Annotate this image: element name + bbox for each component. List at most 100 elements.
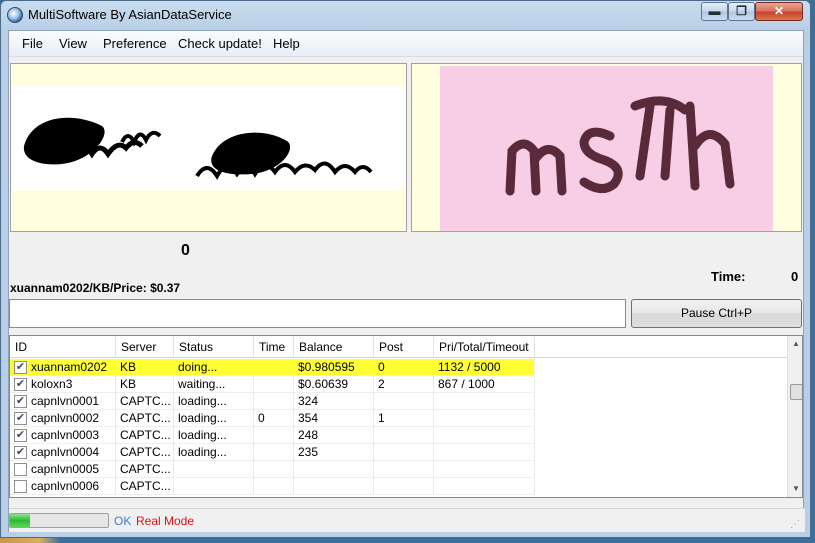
column-header-time[interactable]: Time [254,336,294,358]
time-label: Time: [711,269,746,284]
cell-server: CAPTC... [116,410,174,427]
row-checkbox[interactable]: ✔ [14,378,27,391]
row-id-text: capnlvn0003 [31,428,100,442]
cell-id: ✔ capnlvn0002 [10,410,116,427]
cell-id: ✔ xuannam0202 [10,359,116,376]
column-header-id[interactable]: ID [10,336,116,358]
time-value: 0 [791,269,799,284]
cell-status [174,461,254,478]
menu-preference[interactable]: Preference [103,36,167,51]
table-row[interactable]: ✔ capnlvn0001 CAPTC... loading... 324 [10,393,787,410]
close-button[interactable]: ✕ [755,2,803,21]
table-row[interactable]: ✔ capnlvn0003 CAPTC... loading... 248 [10,427,787,444]
cell-post [374,427,434,444]
menu-bar: File View Preference Check update! Help [9,31,803,57]
captcha-answer-input[interactable] [9,299,626,328]
cell-balance: 248 [294,427,374,444]
row-id-text: capnlvn0006 [31,479,100,493]
cell-id: capnlvn0006 [10,478,116,495]
menu-help[interactable]: Help [273,36,300,51]
title-bar[interactable]: MultiSoftware By AsianDataService ▬ ❐ ✕ [1,1,810,29]
row-id-text: capnlvn0004 [31,445,100,459]
cell-id: ✔ capnlvn0003 [10,427,116,444]
pause-button[interactable]: Pause Ctrl+P [631,299,802,328]
cell-balance [294,478,374,495]
cell-server: KB [116,376,174,393]
row-id-text: koloxn3 [31,377,73,391]
column-header-balance[interactable]: Balance [294,336,374,358]
table-row[interactable]: ✔ capnlvn0002 CAPTC... loading... 0 354 1 [10,410,787,427]
cell-server: KB [116,359,174,376]
row-checkbox[interactable]: ✔ [14,395,27,408]
row-checkbox[interactable]: ✔ [14,412,27,425]
cell-pri-total-timeout: 1132 / 5000 [434,359,535,376]
menu-check-update[interactable]: Check update! [178,36,262,51]
column-header-status[interactable]: Status [174,336,254,358]
cell-status: loading... [174,410,254,427]
cell-post: 2 [374,376,434,393]
grid-vertical-scrollbar[interactable]: ▲ ▼ [787,336,802,497]
table-row[interactable]: ✔ capnlvn0004 CAPTC... loading... 235 [10,444,787,461]
cell-id: ✔ koloxn3 [10,376,116,393]
app-globe-icon[interactable] [7,7,23,23]
scroll-down-arrow-icon[interactable]: ▼ [788,481,802,497]
scrollbar-thumb[interactable] [790,384,802,400]
cell-post: 0 [374,359,434,376]
row-id-text: xuannam0202 [31,360,108,374]
captcha-panel-right [411,63,802,232]
scroll-up-arrow-icon[interactable]: ▲ [788,336,802,352]
resize-grip-icon[interactable]: ⋰ [790,519,802,531]
cell-post [374,478,434,495]
cell-status: loading... [174,444,254,461]
table-row[interactable]: ✔ xuannam0202 KB doing... $0.980595 0 1132 / 5… [10,359,787,376]
cell-time [254,478,294,495]
cell-balance: $0.980595 [294,359,374,376]
cell-server: CAPTC... [116,444,174,461]
cell-server: CAPTC... [116,478,174,495]
column-header-server[interactable]: Server [116,336,174,358]
status-ok-text: OK [114,514,132,528]
cell-time [254,393,294,410]
column-header-post[interactable]: Post [374,336,434,358]
menu-view[interactable]: View [59,36,87,51]
cell-id: ✔ capnlvn0001 [10,393,116,410]
cell-time [254,376,294,393]
cell-post: 1 [374,410,434,427]
cell-pri-total-timeout [434,478,535,495]
table-row[interactable]: capnlvn0005 CAPTC... [10,461,787,478]
row-checkbox[interactable]: ✔ [14,361,27,374]
cell-post [374,393,434,410]
cell-balance [294,461,374,478]
cell-pri-total-timeout [434,393,535,410]
cell-pri-total-timeout [434,461,535,478]
row-checkbox[interactable] [14,463,27,476]
cell-status [174,478,254,495]
grid-header: ID Server Status Time Balance Post Pri/T… [10,336,787,358]
cell-status: waiting... [174,376,254,393]
table-row[interactable]: capnlvn0006 CAPTC... [10,478,787,495]
cell-time [254,461,294,478]
cell-pri-total-timeout: 867 / 1000 [434,376,535,393]
cell-server: CAPTC... [116,427,174,444]
cell-pri-total-timeout [434,444,535,461]
cell-status: loading... [174,393,254,410]
cell-post [374,461,434,478]
maximize-button[interactable]: ❐ [728,2,755,21]
row-checkbox[interactable]: ✔ [14,446,27,459]
table-row[interactable]: ✔ koloxn3 KB waiting... $0.60639 2 867 / 1000 [10,376,787,393]
cell-pri-total-timeout [434,427,535,444]
column-header-pri-total-timeout[interactable]: Pri/Total/Timeout [434,336,535,358]
cell-balance: 354 [294,410,374,427]
cell-server: CAPTC... [116,461,174,478]
row-checkbox[interactable] [14,480,27,493]
row-id-text: capnlvn0005 [31,462,100,476]
row-checkbox[interactable]: ✔ [14,429,27,442]
cell-balance: 235 [294,444,374,461]
menu-file[interactable]: File [22,36,43,51]
solved-counter: 0 [181,242,190,259]
cell-post [374,444,434,461]
cell-server: CAPTC... [116,393,174,410]
minimize-button[interactable]: ▬ [701,2,728,21]
accounts-grid: ID Server Status Time Balance Post Pri/T… [9,335,803,498]
cell-status: doing... [174,359,254,376]
